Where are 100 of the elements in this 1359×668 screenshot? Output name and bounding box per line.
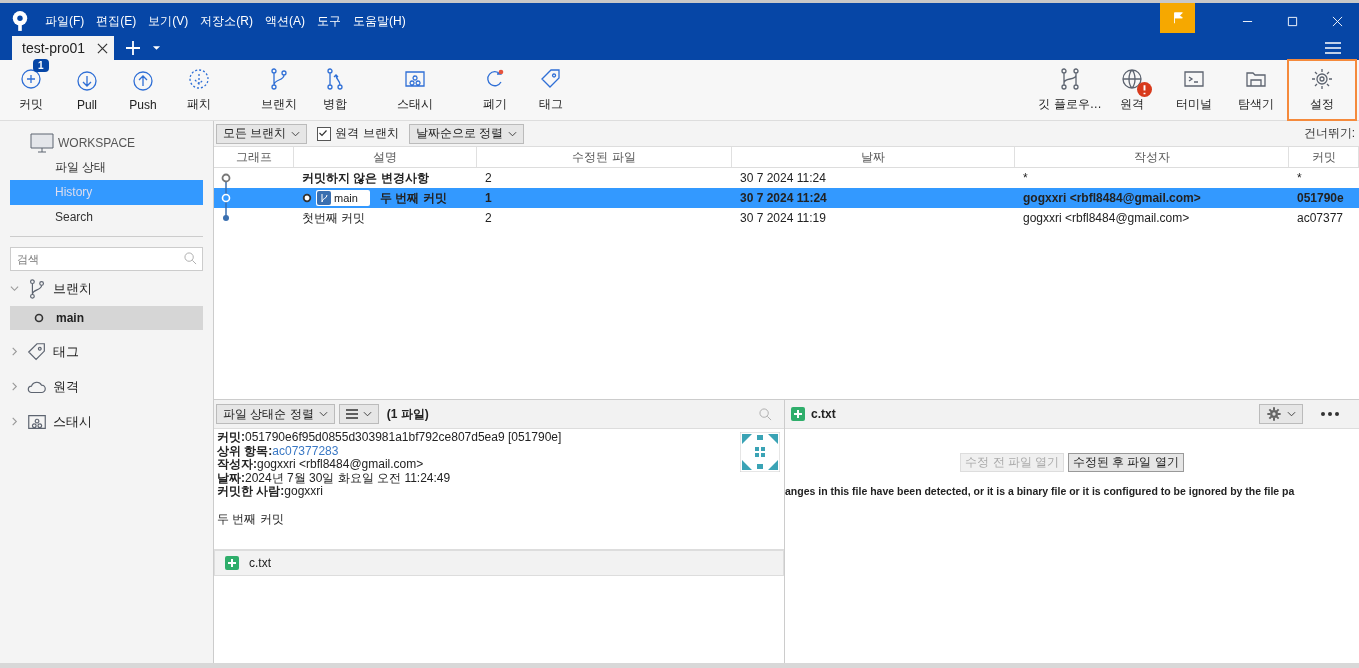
commit-description: 첫번째 커밋 [302,209,366,227]
toolbar-button[interactable]: 원격 [1101,62,1163,118]
sort-dropdown[interactable]: 날짜순으로 정렬 [408,123,525,144]
caret-icon [291,130,301,137]
open-file-button[interactable]: 수정된 후 파일 열기 [1068,453,1184,472]
app-logo-icon [11,10,29,32]
group-label[interactable]: 브랜치 [53,279,92,298]
notice-text: anges in this file have been detected, or it is a binary file or it is configured to be ignored by the file pa [785,485,1296,497]
list-icon [345,409,358,419]
menu-item[interactable]: 도구 [317,12,341,30]
close-icon[interactable] [97,42,109,54]
table-cell-text: 2 [484,211,493,225]
avatar-icon [740,432,780,472]
table-cell-text: 30 7 2024 11:24 [739,191,828,205]
column-header[interactable]: 날짜 [732,147,1015,167]
group-label[interactable]: 스태시 [53,412,92,431]
checkbox-label: 원격 브랜치 [335,125,399,142]
sidebar-item[interactable]: 파일 상태 [10,155,203,180]
globe-icon [1120,67,1144,91]
view-dropdown[interactable] [338,404,379,424]
field-label: 작성자: [217,457,257,471]
menu-item[interactable]: 파일(F) [45,12,85,30]
toolbar-button[interactable]: 터미널 [1163,62,1225,118]
menu-item[interactable]: 편집(E) [96,12,137,30]
file-count: (1 파일) [386,405,429,423]
toolbar-button[interactable]: 패치 [171,62,227,118]
toolbar-button[interactable]: 폐기 [467,62,523,118]
menu-item[interactable]: 보기(V) [148,12,189,30]
repository-tab[interactable]: test-pro01 [12,36,115,60]
search-icon [184,252,197,265]
section-title: WORKSPACE [58,136,136,150]
toolbar-button[interactable]: 탐색기 [1225,62,1287,118]
more-icon[interactable] [1321,412,1339,416]
git-flow-icon [1058,67,1082,91]
file-name: c.txt [811,407,836,421]
ring-icon [302,193,312,203]
toolbar-button[interactable]: 스태시 [387,62,443,118]
caret-icon [318,411,328,417]
tag-icon [26,340,48,363]
count-badge: 1 [33,59,49,72]
group-label[interactable]: 원격 [53,377,79,396]
field-label: 커밋한 사람: [217,484,285,498]
toolbar-button[interactable]: 1 커밋 [3,62,59,118]
branch-icon [317,191,331,205]
group-label[interactable]: 태그 [53,342,79,361]
toolbar-button[interactable]: 깃 플로우… [1039,62,1101,118]
commit-description: 커밋하지 않은 변경사항 [302,169,429,187]
toolbar-button[interactable]: Pull [59,62,115,118]
toolbar-button[interactable]: 브랜치 [251,62,307,118]
options-dropdown[interactable] [1259,404,1303,424]
ring-icon [34,313,44,323]
field-label: 상위 항목: [217,443,273,458]
menu-item[interactable]: 액션(A) [265,12,305,30]
field-label: 날짜: [217,470,245,485]
column-header[interactable]: 작성자 [1015,147,1289,167]
commit-description: 두 번째 커밋 [379,189,447,207]
added-file-icon [791,407,805,421]
commit-row[interactable]: 첫번째 커밋 2 30 7 2024 11:19 gogxxri <rbfl8484@gmail.com> ac07377 [214,208,1359,228]
parent-link[interactable]: ac07377283 [272,443,339,458]
table-cell-text: * [1296,171,1303,185]
commit-row[interactable]: 커밋하지 않은 변경사항 2 30 7 2024 11:24 * * [214,168,1359,188]
field-value: gogxxri <rbfl8484@gmail.com> [257,457,424,471]
toolbar-button[interactable]: Push [115,62,171,118]
caret-icon [508,130,518,137]
upload-icon [131,68,155,93]
column-header[interactable]: 커밋 [1289,147,1359,167]
search-field[interactable]: 검색 [10,247,203,271]
jump-label: 건너뛰기: [1303,125,1355,142]
table-cell-text: 051790e [1296,191,1345,205]
sort-dropdown[interactable]: 파일 상태순 정렬 [216,404,335,424]
menu-item[interactable]: 도움말(H) [353,12,406,30]
sidebar-item[interactable]: Search [10,205,203,230]
table-cell-text: gogxxri <rbfl8484@gmail.com> [1022,211,1191,225]
maximize-icon[interactable] [1287,15,1298,27]
table-cell-text: gogxxri <rbfl8484@gmail.com> [1022,191,1202,205]
table-cell-text: 30 7 2024 11:19 [739,211,827,225]
field-value: gogxxri [284,484,324,498]
caret-icon [362,411,372,417]
toolbar-button[interactable]: 설정 [1287,59,1357,121]
column-header[interactable]: 수정된 파일 [477,147,732,167]
download-icon [75,68,99,93]
branch-item[interactable]: main [10,306,203,330]
commit-row[interactable]: main 두 번째 커밋 1 30 7 2024 11:24 gogxxri <rbfl8484@gmail.com> 051790e [214,188,1359,208]
toolbar-button[interactable]: 태그 [523,62,579,118]
table-cell-text: 1 [484,191,493,205]
field-label: 커밋: [217,430,245,444]
field-value: 051790e6f95d0855d303981a1bf792ce807d5ea9 [051790e] [245,430,562,444]
dashed-download-icon [187,67,211,91]
column-header[interactable]: 설명 [294,147,477,167]
branch-filter-dropdown[interactable]: 모든 브랜치 [216,123,308,144]
menu-icon[interactable] [1325,42,1341,54]
column-header[interactable]: 그래프 [214,147,294,167]
menu-item[interactable]: 저장소(R) [200,12,253,30]
dropdown-icon[interactable] [152,45,162,51]
field-value: 2024년 7월 30일 화요일 오전 11:24:49 [245,470,451,485]
file-row[interactable]: c.txt [214,550,784,576]
add-tab-icon[interactable] [126,41,141,55]
branch-label: main [316,190,370,206]
checkbox[interactable] [317,126,332,141]
toolbar-button[interactable]: 병합 [307,62,363,118]
